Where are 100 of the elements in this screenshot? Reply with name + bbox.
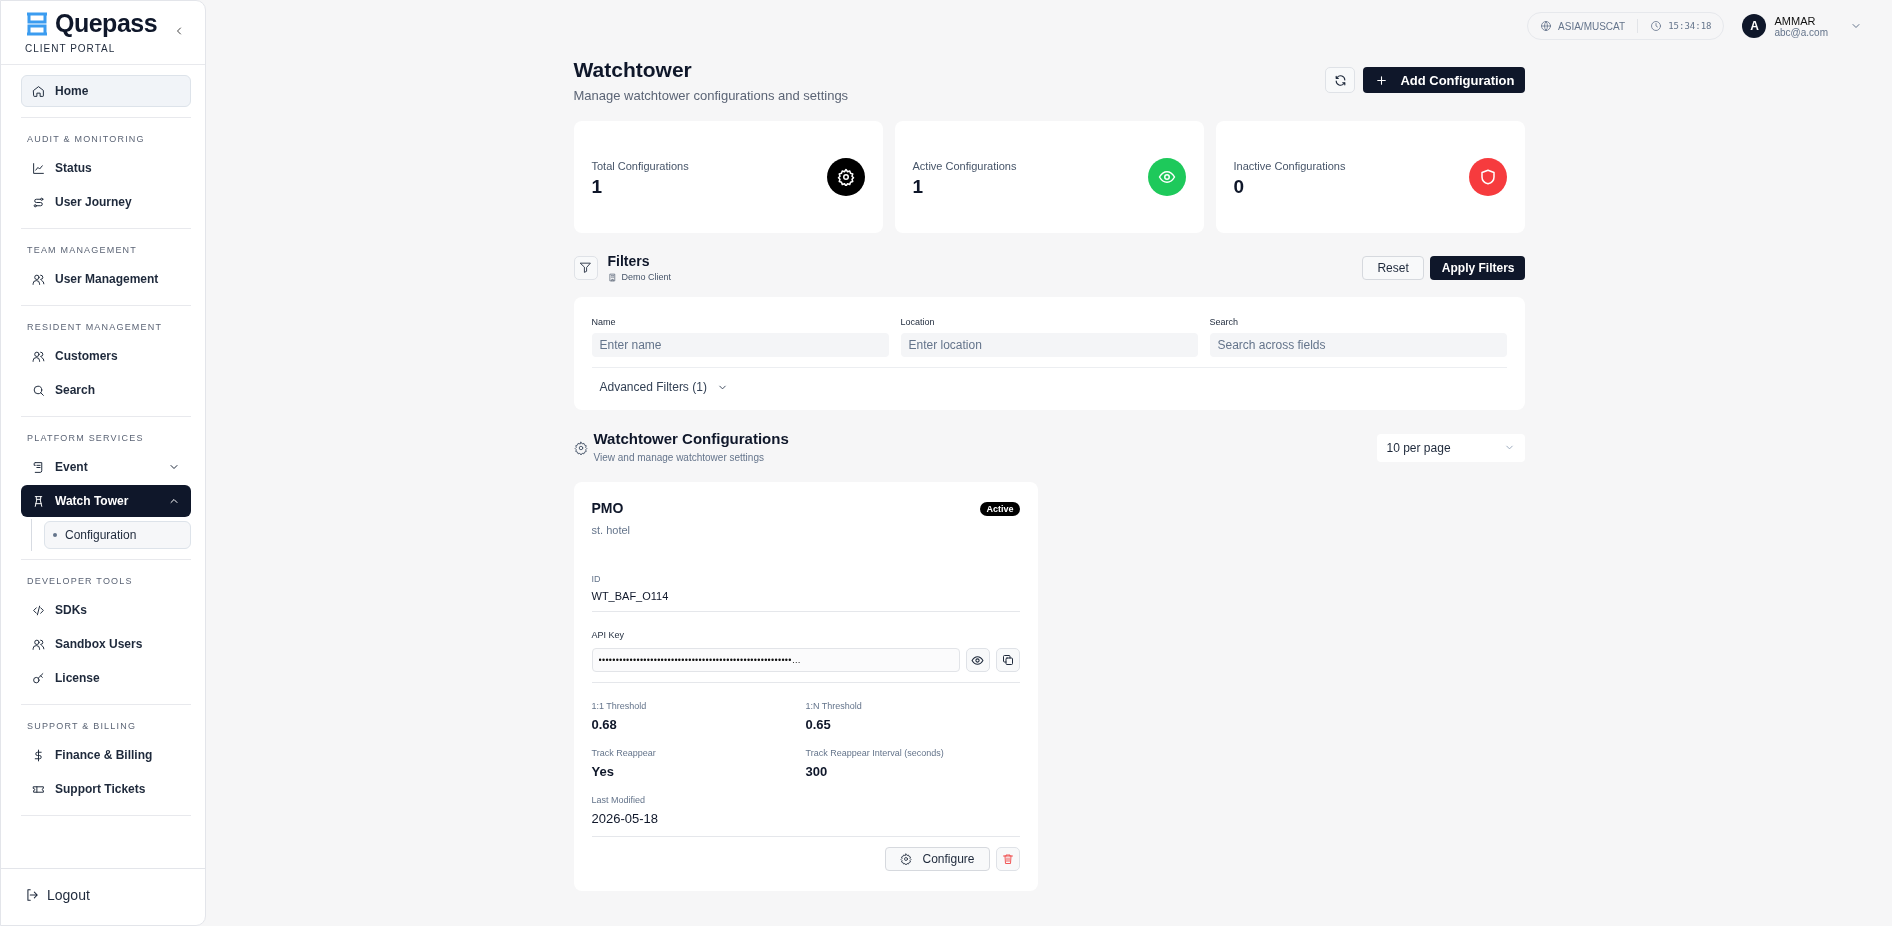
section-title: Watchtower Configurations — [593, 430, 789, 447]
building-icon — [607, 272, 617, 282]
configuration-location: st. hotel — [591, 524, 631, 536]
users-icon — [32, 349, 45, 363]
nav-item[interactable]: Sandbox Users — [21, 628, 191, 660]
page-title: Watchtower — [573, 58, 693, 82]
show-key-button[interactable] — [965, 648, 990, 672]
configuration-name: PMO — [591, 500, 625, 516]
globe-icon — [1540, 20, 1553, 32]
page-subtitle: Manage watchtower configurations and settings — [573, 88, 849, 103]
filters-title: Filters — [607, 253, 651, 269]
input-field[interactable]: Search across fields — [1209, 333, 1507, 357]
input-field[interactable]: Enter location — [900, 333, 1198, 357]
users-icon — [32, 637, 45, 651]
client-name: Demo Client — [621, 272, 672, 282]
field-label: Name — [591, 317, 616, 327]
nav-item[interactable]: Search — [21, 374, 191, 406]
field-label: Location — [900, 317, 935, 327]
nav-item[interactable]: Finance & Billing — [21, 739, 191, 771]
avatar: A — [1742, 14, 1767, 38]
nav-item[interactable]: Customers — [21, 340, 191, 372]
stat-label: Total Configurations — [591, 160, 689, 172]
nav-item[interactable]: User Management — [21, 263, 191, 295]
logo-icon — [25, 10, 49, 37]
nav-item[interactable]: Event — [21, 451, 191, 483]
clock-icon — [1650, 20, 1663, 32]
nav-item[interactable]: Status — [21, 152, 191, 184]
refresh-icon — [1333, 73, 1347, 87]
nav-item[interactable]: SDKs — [21, 594, 191, 626]
scroll-icon — [32, 460, 45, 474]
copy-button[interactable] — [995, 648, 1020, 672]
stat-label: Inactive Configurations — [1233, 160, 1346, 172]
id-value: WT_BAF_O114 — [591, 590, 670, 602]
users-icon — [32, 272, 45, 286]
section-title: AUDIT & MONITORING — [26, 133, 146, 146]
stat-value: 1 — [912, 176, 925, 198]
nav-item[interactable]: Watch Tower — [21, 485, 191, 517]
section-title: DEVELOPER TOOLS — [26, 575, 134, 588]
configure-button[interactable]: Configure — [885, 847, 990, 871]
route-icon — [32, 195, 45, 209]
detail-value: Yes — [591, 764, 615, 779]
delete-button[interactable] — [995, 847, 1020, 871]
page-size-select[interactable]: 10 per page — [1376, 433, 1525, 462]
eye-icon — [971, 653, 984, 667]
field-label: Search — [1209, 317, 1239, 327]
detail-label: Track Reappear Interval (seconds) — [805, 748, 944, 758]
nav-item[interactable]: Home — [21, 75, 191, 107]
logo-text: Quepass — [55, 9, 158, 38]
user-menu[interactable]: A AMMAR abc@a.com — [1742, 14, 1862, 38]
detail-label: Track Reappear — [591, 748, 656, 758]
clock-time: 15:34:18 — [1650, 20, 1712, 32]
detail-value: 300 — [805, 764, 829, 779]
api-key-field[interactable]: ••••••••••••••••••••••••••••••••••••••••••••••••••••••••… — [591, 648, 960, 672]
detail-value: 0.68 — [591, 717, 618, 732]
tower-icon — [32, 494, 45, 508]
nav-item[interactable]: Support Tickets — [21, 773, 191, 805]
detail-value: 2026-05-18 — [591, 811, 659, 826]
logout-icon — [25, 888, 39, 902]
copy-icon — [1001, 654, 1014, 666]
settings-icon — [900, 853, 913, 865]
input-field[interactable]: Enter name — [591, 333, 889, 357]
stat-value: 0 — [1233, 176, 1246, 198]
timezone: ASIA/MUSCAT — [1540, 20, 1626, 32]
reset-button[interactable]: Reset — [1362, 255, 1424, 280]
user-name: AMMAR — [1774, 14, 1817, 27]
nav-item[interactable]: License — [21, 662, 191, 694]
api-key-label: API Key — [591, 630, 624, 640]
filter-button[interactable] — [573, 255, 598, 280]
user-email: abc@a.com — [1774, 26, 1828, 38]
search-icon — [32, 383, 45, 397]
plus-icon — [1375, 73, 1389, 87]
section-title: PLATFORM SERVICES — [26, 432, 145, 445]
refresh-button[interactable] — [1325, 67, 1356, 93]
shield-icon — [1478, 168, 1497, 186]
section-title: RESIDENT MANAGEMENT — [26, 321, 164, 334]
stat-value: 1 — [591, 176, 604, 198]
status-badge: Active — [980, 502, 1020, 516]
portal-subtitle: CLIENT PORTAL — [25, 43, 116, 54]
detail-value: 0.65 — [805, 717, 832, 732]
nav-subitem[interactable]: Configuration — [44, 521, 191, 549]
apply-filters-button[interactable]: Apply Filters — [1429, 255, 1525, 280]
detail-label: Last Modified — [591, 795, 646, 805]
advanced-filters-toggle[interactable]: Advanced Filters (1) — [591, 368, 736, 400]
detail-label: 1:N Threshold — [805, 701, 862, 711]
nav-item[interactable]: User Journey — [21, 186, 191, 218]
filter-icon — [579, 261, 592, 274]
id-label: ID — [591, 574, 601, 584]
line-chart-icon — [32, 161, 45, 175]
trash-icon — [1001, 853, 1014, 865]
logout-button[interactable]: Logout — [21, 881, 94, 909]
settings-icon — [573, 440, 588, 455]
add-configuration-button[interactable]: Add Configuration — [1363, 67, 1525, 93]
stat-label: Active Configurations — [912, 160, 1017, 172]
code-icon — [32, 603, 45, 617]
key-icon — [32, 671, 45, 685]
dollar-icon — [32, 748, 45, 762]
detail-label: 1:1 Threshold — [591, 701, 647, 711]
eye-icon — [1157, 168, 1176, 186]
section-subtitle: View and manage watchtower settings — [593, 452, 764, 463]
section-title: TEAM MANAGEMENT — [26, 244, 138, 257]
